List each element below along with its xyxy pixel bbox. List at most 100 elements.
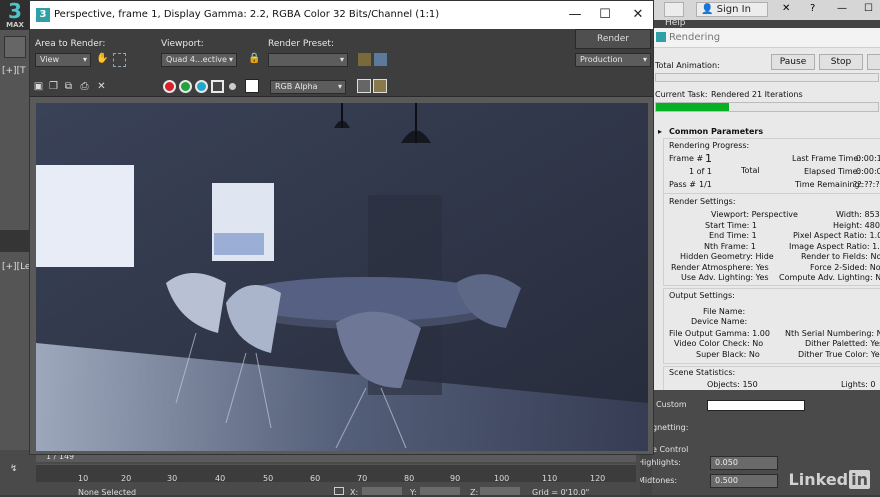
nth-serial-numbering: Nth Serial Numbering: No bbox=[785, 329, 880, 338]
elapsed-time-label: Elapsed Time: bbox=[804, 167, 861, 176]
display-channel-dropdown[interactable]: RGB Alpha bbox=[270, 80, 346, 94]
tick-label: 50 bbox=[263, 474, 274, 483]
y-label: Y: bbox=[410, 488, 417, 497]
midtones-spinner[interactable]: 0.500 bbox=[710, 474, 778, 488]
lights-count: Lights: 0 bbox=[841, 380, 876, 389]
pixel-aspect-setting: Pixel Aspect Ratio: 1.00 bbox=[793, 231, 880, 240]
last-frame-time-value: 0:00:1 bbox=[856, 154, 880, 163]
rendered-image[interactable] bbox=[36, 103, 648, 451]
custom-label: Custom bbox=[656, 400, 687, 409]
clear-icon[interactable]: ✕ bbox=[96, 81, 107, 92]
custom-color-swatch[interactable] bbox=[707, 400, 805, 411]
stop-button[interactable]: Stop bbox=[819, 54, 863, 70]
viewport-label-top[interactable]: [+][T bbox=[2, 66, 26, 76]
use-adv-lighting-setting: Use Adv. Lighting: Yes bbox=[681, 273, 769, 282]
main-toolbar-left: 3 MAX [+][T [+][Le bbox=[0, 0, 32, 460]
rendering-title: Rendering bbox=[653, 28, 880, 48]
layers-icon[interactable] bbox=[4, 36, 26, 58]
exchange-icon[interactable]: ✕ bbox=[782, 3, 790, 14]
maximize-app-icon[interactable]: ☐ bbox=[864, 3, 873, 14]
collapse-icon[interactable]: ▸ bbox=[658, 127, 662, 136]
tick-label: 110 bbox=[542, 474, 558, 483]
frame-label: Frame # bbox=[669, 154, 704, 163]
more-button[interactable] bbox=[867, 54, 880, 70]
green-channel-icon[interactable] bbox=[179, 80, 192, 93]
render-preset-label: Render Preset: bbox=[268, 39, 334, 49]
file-name-label: File Name: bbox=[703, 307, 746, 316]
help-icon[interactable]: ? bbox=[810, 3, 815, 14]
frame-app-icon: 3 bbox=[36, 8, 50, 22]
app-logo[interactable]: 3 MAX bbox=[0, 0, 30, 30]
dither-true-color: Dither True Color: Yes bbox=[798, 350, 880, 359]
save-image-icon[interactable]: ▣ bbox=[33, 81, 44, 92]
tick-label: 100 bbox=[494, 474, 510, 483]
lock-selection-icon[interactable] bbox=[334, 487, 344, 495]
close-button[interactable]: ✕ bbox=[623, 1, 653, 29]
nth-frame-setting: Nth Frame: 1 bbox=[704, 242, 756, 251]
red-channel-icon[interactable] bbox=[163, 80, 176, 93]
blue-channel-icon[interactable] bbox=[195, 80, 208, 93]
objects-count: Objects: 150 bbox=[707, 380, 758, 389]
pause-button[interactable]: Pause bbox=[771, 54, 815, 70]
clone-window-icon[interactable]: ⧉ bbox=[63, 81, 74, 92]
minimize-app-icon[interactable]: — bbox=[837, 3, 847, 14]
current-task-progress bbox=[655, 102, 879, 112]
highlights-spinner[interactable]: 0.050 bbox=[710, 456, 778, 470]
image-aspect-setting: Image Aspect Ratio: 1.77 bbox=[789, 242, 880, 251]
render-preset-dropdown[interactable] bbox=[268, 53, 348, 67]
area-to-render-label: Area to Render: bbox=[35, 39, 106, 49]
minimize-button[interactable]: — bbox=[560, 1, 590, 29]
current-task-label: Current Task: bbox=[655, 90, 708, 99]
render-frame-window: 3 Perspective, frame 1, Display Gamma: 2… bbox=[29, 0, 654, 455]
edit-region-icon[interactable]: ✋ bbox=[96, 53, 109, 67]
render-atmosphere-setting: Render Atmosphere: Yes bbox=[671, 263, 769, 272]
x-label: X: bbox=[350, 488, 359, 497]
print-icon[interactable]: ⎙ bbox=[79, 81, 90, 92]
render-button[interactable]: Render bbox=[575, 29, 651, 49]
dither-paletted: Dither Paletted: Yes bbox=[805, 339, 880, 348]
pass-value: 1/1 bbox=[699, 180, 712, 189]
toggle-ui-overlay-icon[interactable] bbox=[357, 79, 371, 93]
viewport-setting: Viewport: Perspective bbox=[711, 210, 798, 219]
render-setup-icon[interactable] bbox=[358, 53, 371, 66]
search-box[interactable] bbox=[664, 2, 684, 17]
force-2sided-setting: Force 2-Sided: No bbox=[810, 263, 880, 272]
frame-titlebar: 3 Perspective, frame 1, Display Gamma: 2… bbox=[30, 1, 653, 29]
tick-label: 70 bbox=[357, 474, 368, 483]
copy-image-icon[interactable]: ❐ bbox=[48, 81, 59, 92]
common-parameters-header[interactable]: Common Parameters bbox=[669, 127, 763, 136]
time-remaining-value: ??:??:? bbox=[853, 180, 880, 189]
video-color-check: Video Color Check: No bbox=[674, 339, 764, 348]
start-time-setting: Start Time: 1 bbox=[705, 221, 757, 230]
total-animation-bar bbox=[655, 73, 879, 82]
production-dropdown[interactable]: Production bbox=[575, 53, 651, 67]
tick-label: 20 bbox=[121, 474, 132, 483]
x-coord-field[interactable] bbox=[362, 487, 402, 495]
z-coord-field[interactable] bbox=[480, 487, 520, 495]
y-coord-field[interactable] bbox=[420, 487, 460, 495]
swatch-color[interactable] bbox=[245, 79, 259, 93]
lock-viewport-icon[interactable]: 🔒 bbox=[248, 53, 260, 64]
alpha-channel-icon[interactable] bbox=[211, 80, 224, 93]
help-menu[interactable]: Help bbox=[665, 18, 686, 28]
output-settings-label: Output Settings: bbox=[669, 291, 735, 300]
curve-editor-icon[interactable]: ↯ bbox=[10, 464, 18, 474]
total-label: Total bbox=[741, 166, 760, 175]
frame-title: Perspective, frame 1, Display Gamma: 2.2… bbox=[54, 9, 440, 20]
maximize-button[interactable]: ☐ bbox=[590, 1, 620, 29]
viewport-label-left[interactable]: [+][Le bbox=[2, 262, 30, 272]
auto-region-icon[interactable] bbox=[113, 53, 126, 67]
environment-icon[interactable] bbox=[374, 53, 387, 66]
toggle-ui-icon[interactable] bbox=[373, 79, 387, 93]
total-animation-label: Total Animation: bbox=[655, 61, 720, 70]
sign-in-button[interactable]: 👤 Sign In bbox=[696, 2, 768, 17]
monochrome-icon[interactable] bbox=[229, 83, 236, 90]
window-left bbox=[36, 165, 134, 267]
tick-label: 40 bbox=[215, 474, 226, 483]
area-to-render-dropdown[interactable]: View bbox=[35, 53, 91, 67]
viewport-dropdown[interactable]: Quad 4...ective bbox=[161, 53, 237, 67]
of-value: 1 of 1 bbox=[689, 167, 712, 176]
midtones-label: Midtones: bbox=[638, 476, 678, 485]
top-info-strip: 👤 Sign In ✕ ? — ☐ bbox=[652, 0, 880, 20]
vignetting-label: gnetting: bbox=[652, 423, 689, 432]
